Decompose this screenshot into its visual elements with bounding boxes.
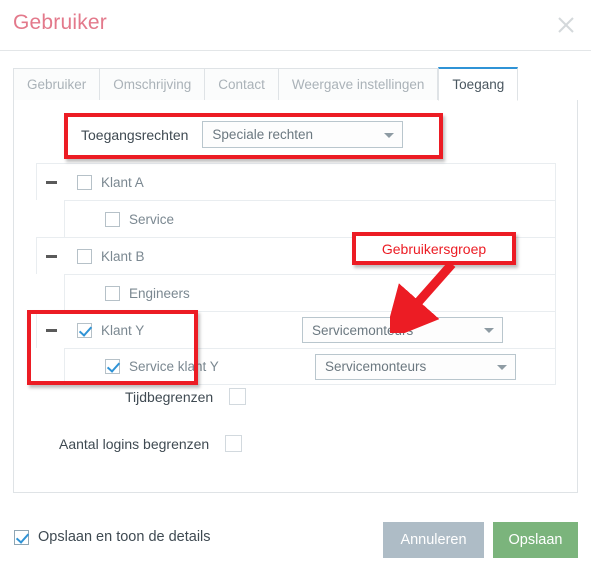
tree-item-label: Service klant Y: [129, 359, 219, 374]
access-rights-value: Speciale rechten: [212, 127, 313, 142]
tree-checkbox[interactable]: [77, 174, 92, 190]
tab-contact[interactable]: Contact: [204, 68, 278, 101]
tree-item-label: Klant Y: [101, 322, 145, 338]
tree-checkbox[interactable]: [105, 211, 120, 227]
access-rights-row: Toegangsrechten Speciale rechten: [81, 121, 404, 148]
time-limit-checkbox[interactable]: [229, 388, 247, 405]
access-rights-select[interactable]: Speciale rechten: [202, 121, 404, 148]
toegang-panel: Toegangsrechten Speciale rechten Klant A…: [13, 100, 578, 493]
close-icon[interactable]: [552, 11, 580, 39]
access-rights-label: Toegangsrechten: [81, 126, 189, 143]
tree-item-label: Service: [129, 211, 175, 227]
cancel-button[interactable]: Annuleren: [383, 522, 484, 558]
login-limit-label: Aantal logins begrenzen: [59, 435, 210, 452]
time-limit-label: Tijdbegrenzen: [125, 388, 214, 405]
page-title: Gebruiker: [13, 11, 108, 34]
table-row[interactable]: Service: [64, 200, 556, 237]
collapse-icon[interactable]: [46, 255, 57, 258]
usergroup-value: Servicemonteurs: [312, 322, 414, 338]
save-and-show-details-row: Opslaan en toon de details: [14, 529, 211, 545]
usergroup-select[interactable]: Servicemonteurs: [315, 353, 516, 380]
tab-weergave-instellingen[interactable]: Weergave instellingen: [277, 68, 439, 101]
collapse-icon[interactable]: [46, 329, 57, 332]
table-row[interactable]: Service klant Y Servicemonteurs: [64, 348, 556, 385]
table-row[interactable]: Klant A: [36, 163, 556, 200]
tab-strip: Gebruiker Omschrijving Contact Weergave …: [13, 67, 578, 101]
tab-omschrijving[interactable]: Omschrijving: [99, 68, 205, 101]
chevron-down-icon: [384, 132, 395, 138]
tab-toegang[interactable]: Toegang: [438, 67, 519, 101]
tree-item-label: Engineers: [129, 285, 190, 301]
user-dialog: Gebruiker Gebruiker Omschrijving Contact…: [0, 0, 591, 578]
usergroup-select[interactable]: Servicemonteurs: [302, 317, 503, 343]
collapse-icon[interactable]: [46, 181, 57, 184]
dialog-footer: Opslaan en toon de details Annuleren Ops…: [0, 508, 591, 578]
table-row[interactable]: Klant Y Servicemonteurs: [36, 311, 556, 348]
usergroup-value: Servicemonteurs: [325, 359, 427, 374]
tree-item-label: Klant A: [101, 174, 144, 190]
login-limit-row: Aantal logins begrenzen: [59, 435, 243, 452]
login-limit-checkbox[interactable]: [225, 435, 243, 452]
chevron-down-icon: [484, 328, 494, 333]
tree-checkbox[interactable]: [77, 248, 92, 264]
save-and-show-details-label: Opslaan en toon de details: [38, 529, 211, 545]
chevron-down-icon: [497, 364, 507, 370]
tree-checkbox[interactable]: [105, 285, 120, 301]
tab-gebruiker[interactable]: Gebruiker: [13, 68, 100, 101]
tree-checkbox[interactable]: [77, 322, 92, 338]
table-row[interactable]: Engineers: [64, 274, 556, 311]
dialog-header: Gebruiker: [0, 0, 591, 51]
tree-item-label: Klant B: [101, 248, 145, 264]
table-row[interactable]: Klant B: [36, 237, 556, 274]
permissions-tree: Klant A Service Klant B Engineers Klant …: [36, 163, 556, 385]
time-limit-row: Tijdbegrenzen: [125, 388, 247, 405]
tree-checkbox[interactable]: [105, 359, 120, 374]
save-button[interactable]: Opslaan: [493, 522, 578, 558]
save-and-show-details-checkbox[interactable]: [14, 529, 29, 545]
